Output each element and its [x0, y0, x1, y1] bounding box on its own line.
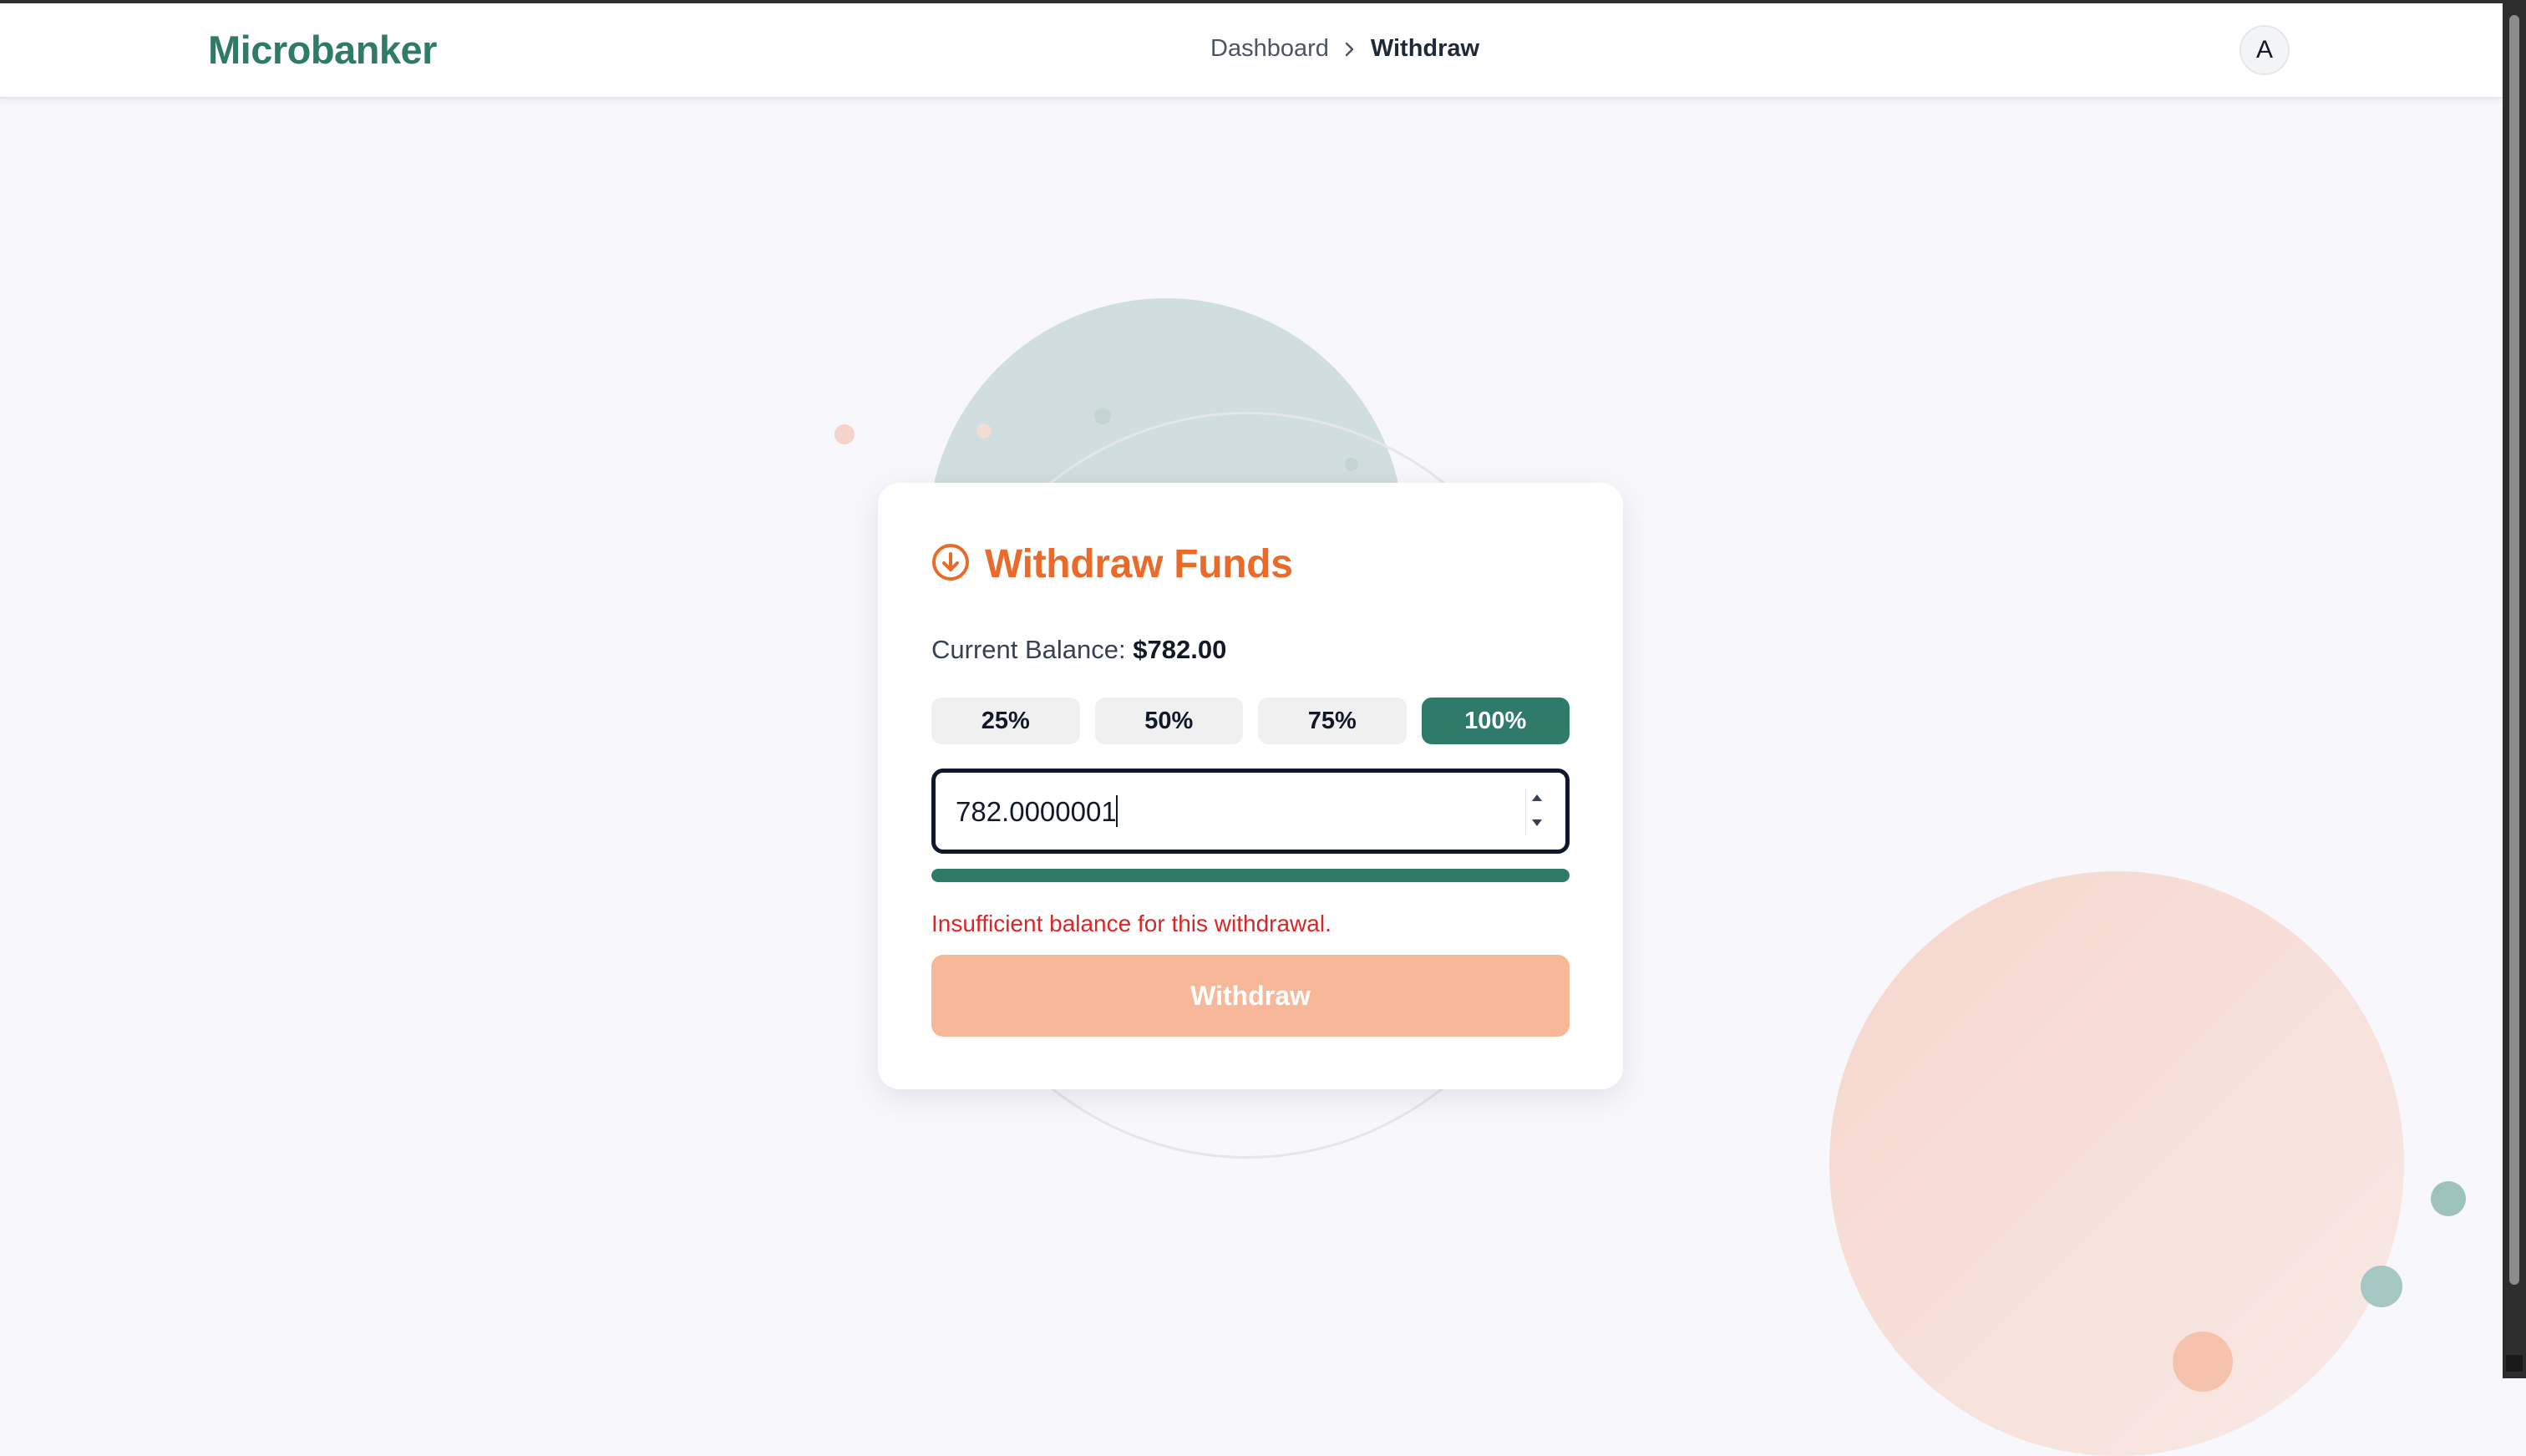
decor-dot: [834, 424, 855, 444]
withdraw-card: Withdraw Funds Current Balance: $782.00 …: [878, 483, 1623, 1089]
card-header: Withdraw Funds: [931, 541, 1293, 587]
amount-field[interactable]: [931, 769, 1570, 854]
percent-buttons: 25% 50% 75% 100%: [931, 698, 1570, 744]
decor-dot: [2173, 1332, 2233, 1392]
breadcrumb-dashboard-link[interactable]: Dashboard: [1210, 35, 1329, 63]
scrollbar-corner: [2506, 1355, 2523, 1372]
breadcrumb-current: Withdraw: [1370, 35, 1480, 62]
stepper-up-icon[interactable]: [1531, 791, 1543, 806]
amount-input[interactable]: [954, 789, 1492, 835]
scrollbar-thumb[interactable]: [2509, 15, 2519, 1285]
balance-value: $782.00: [1133, 635, 1227, 664]
decor-dot: [1094, 408, 1111, 424]
decor-dot: [2431, 1181, 2466, 1216]
current-balance: Current Balance: $782.00: [931, 635, 1226, 665]
user-avatar-button[interactable]: A: [2239, 25, 2290, 75]
decor-dot: [1345, 458, 1358, 471]
top-navbar: Microbanker Dashboard Withdraw A: [0, 3, 2503, 99]
balance-label: Current Balance:: [931, 635, 1126, 664]
breadcrumb: Dashboard Withdraw: [1210, 35, 1479, 63]
percent-25-button[interactable]: 25%: [931, 698, 1080, 744]
decor-dot: [2361, 1266, 2402, 1307]
percent-50-button[interactable]: 50%: [1094, 698, 1243, 744]
balance-usage-fill: [931, 869, 1570, 882]
card-title: Withdraw Funds: [985, 542, 1293, 586]
decor-circle-peach: [1829, 871, 2404, 1456]
withdraw-button[interactable]: Withdraw: [931, 955, 1570, 1037]
error-message: Insufficient balance for this withdrawal…: [931, 911, 1331, 936]
stepper-down-icon[interactable]: [1531, 816, 1543, 831]
percent-100-button[interactable]: 100%: [1421, 698, 1570, 744]
balance-usage-bar: [931, 869, 1570, 882]
app-logo[interactable]: Microbanker: [208, 27, 437, 73]
decor-dot: [976, 424, 992, 439]
chevron-right-icon: [1344, 41, 1356, 58]
number-stepper[interactable]: [1525, 788, 1547, 835]
arrow-down-circle-icon: [931, 543, 970, 586]
text-caret: [1116, 795, 1118, 827]
percent-75-button[interactable]: 75%: [1258, 698, 1407, 744]
